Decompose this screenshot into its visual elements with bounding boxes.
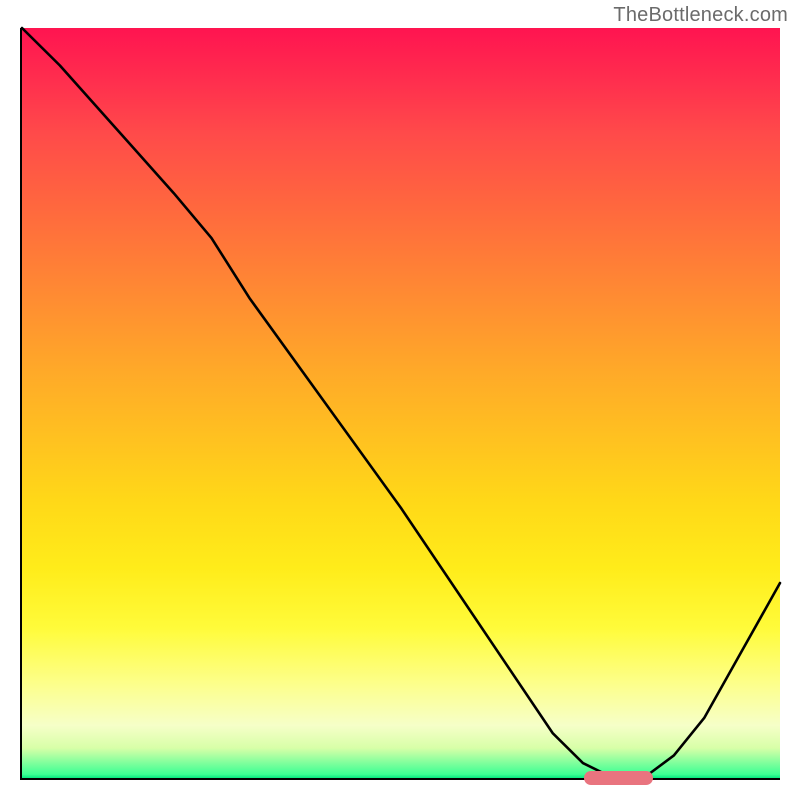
chart-plot-area [20, 28, 780, 780]
bottleneck-curve-line [22, 28, 780, 778]
chart-svg [22, 28, 780, 778]
watermark-text: TheBottleneck.com [613, 4, 788, 27]
optimal-range-marker [584, 771, 652, 785]
